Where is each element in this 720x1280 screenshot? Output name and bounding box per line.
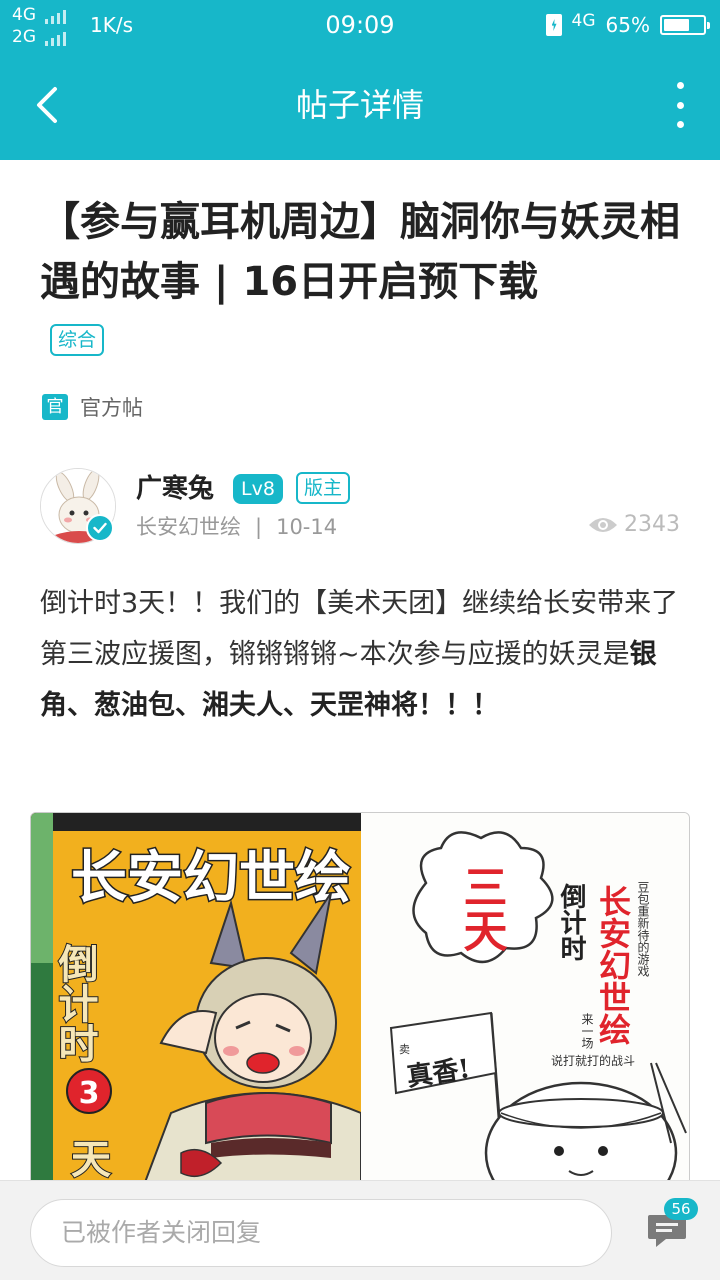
post-date: 10-14 [276, 515, 338, 539]
poster-big-right: 三天 [456, 864, 508, 952]
status-bar: 4G 2G 1K/s 09:09 4G 65% [0, 0, 720, 50]
view-count-value: 2343 [624, 512, 680, 537]
charging-icon [545, 14, 562, 36]
reply-input[interactable]: 已被作者关闭回复 [30, 1199, 612, 1267]
poster-countdown-right: 倒计时 [556, 883, 587, 961]
moderator-badge: 版主 [296, 472, 351, 504]
official-post-row: 官 官方帖 [42, 392, 143, 422]
poster-slogan-1: 豆包重新待的游戏 [636, 881, 650, 978]
poster-slogan-2: 来一场 [580, 1013, 594, 1049]
level-badge: Lv8 [233, 474, 283, 504]
post-body-text: 倒计时3天！！我们的【美术天团】继续给长安带来了第三波应援图，锵锵锵锵~本次参与… [40, 588, 679, 670]
post-image[interactable]: 长安幻世绘 倒计时 3 天 三天 倒计时 长安幻世绘 豆包重新待的游戏 来一场 … [30, 812, 690, 1192]
more-dot-icon [676, 101, 684, 109]
official-label: 官方帖 [80, 396, 143, 420]
forum-name[interactable]: 长安幻世绘 [136, 512, 241, 542]
battery-fill [664, 19, 689, 31]
poster-tail-left: 天 [71, 1136, 111, 1183]
eye-icon [589, 518, 617, 532]
status-right: 4G 65% [545, 10, 710, 40]
poster-number-left: 3 [79, 1076, 100, 1111]
view-count: 2343 [588, 510, 680, 540]
battery-icon [660, 15, 710, 35]
post-title: 【参与赢耳机周边】脑洞你与妖灵相遇的故事 | 16日开启预下载 [40, 199, 680, 305]
page-title: 帖子详情 [295, 86, 424, 124]
nav-bar: 帖子详情 [0, 50, 720, 160]
post-body: 倒计时3天！！我们的【美术天团】继续给长安带来了第三波应援图，锵锵锵锵~本次参与… [40, 578, 685, 731]
official-icon: 官 [42, 394, 68, 420]
network-right-label: 4G [571, 11, 596, 31]
comment-count-badge: 56 [664, 1198, 698, 1220]
more-dot-icon [676, 82, 684, 89]
poster-slogan-3: 说打就打的战斗 [551, 1053, 635, 1068]
poster-flag-small: 卖 [399, 1043, 410, 1056]
poster-illustration: 长安幻世绘 倒计时 3 天 三天 倒计时 长安幻世绘 豆包重新待的游戏 来一场 … [31, 813, 689, 1191]
bottom-bar: 已被作者关闭回复 [0, 1180, 720, 1280]
poster-title-left: 长安幻世绘 [71, 845, 351, 911]
poster-brand-right: 长安幻世绘 [594, 885, 632, 1045]
meta-separator: | [255, 515, 263, 539]
category-tag[interactable]: 综合 [50, 324, 105, 356]
battery-percent: 65% [605, 13, 650, 37]
author-name[interactable]: 广寒兔 [136, 472, 214, 506]
poster-countdown-left: 倒计时 [52, 943, 100, 1063]
more-dot-icon [676, 121, 684, 128]
author-meta: 长安幻世绘 | 10-14 [136, 512, 337, 542]
more-options-button[interactable] [670, 82, 690, 128]
verified-icon [86, 514, 114, 542]
